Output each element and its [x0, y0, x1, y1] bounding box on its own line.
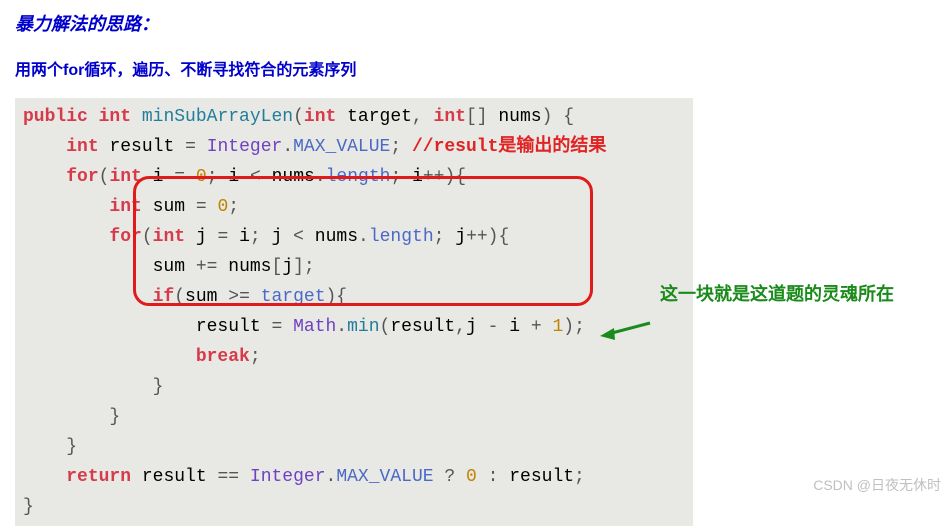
code-line-10: } — [15, 372, 693, 402]
type-int: int — [109, 167, 141, 187]
type-int: int — [434, 107, 466, 127]
code-line-2: int result = Integer.MAX_VALUE; //result… — [15, 132, 693, 162]
var-i: i — [153, 167, 164, 187]
code-line-11: } — [15, 402, 693, 432]
type-int: int — [109, 197, 141, 217]
var-result: result — [109, 137, 174, 157]
prop-length: length — [326, 167, 391, 187]
prop-max-value: MAX_VALUE — [293, 137, 390, 157]
class-math: Math — [293, 317, 336, 337]
class-integer: Integer — [207, 137, 283, 157]
comment-result: //result是输出的结果 — [412, 137, 606, 157]
param-nums: nums — [498, 107, 541, 127]
type-int: int — [304, 107, 336, 127]
prop-max-value: MAX_VALUE — [336, 467, 433, 487]
arrow-icon — [600, 318, 655, 340]
var-i: i — [412, 167, 423, 187]
var-nums: nums — [272, 167, 315, 187]
code-block: public int minSubArrayLen(int target, in… — [15, 98, 693, 526]
code-line-13: return result == Integer.MAX_VALUE ? 0 :… — [15, 462, 693, 492]
num-zero: 0 — [217, 197, 228, 217]
var-j: j — [282, 257, 293, 277]
var-result: result — [509, 467, 574, 487]
var-j: j — [455, 227, 466, 247]
var-target: target — [261, 287, 326, 307]
var-j: j — [196, 227, 207, 247]
var-nums: nums — [228, 257, 271, 277]
method-min: min — [347, 317, 379, 337]
var-sum: sum — [153, 257, 185, 277]
keyword-break: break — [196, 347, 250, 367]
keyword-return: return — [66, 467, 131, 487]
var-i: i — [239, 227, 250, 247]
var-nums: nums — [315, 227, 358, 247]
num-zero: 0 — [196, 167, 207, 187]
annotation-text: 这一块就是这道题的灵魂所在 — [660, 280, 894, 306]
keyword-if: if — [153, 287, 175, 307]
watermark-text: CSDN @日夜无休时 — [813, 475, 941, 495]
var-j: j — [272, 227, 283, 247]
prop-length: length — [369, 227, 434, 247]
code-line-9: break; — [15, 342, 693, 372]
param-target: target — [347, 107, 412, 127]
code-line-7: if(sum >= target){ — [15, 282, 693, 312]
var-sum: sum — [153, 197, 185, 217]
section-title: 暴力解法的思路： — [15, 10, 936, 36]
var-result: result — [142, 467, 207, 487]
keyword-for: for — [109, 227, 141, 247]
var-j: j — [466, 317, 477, 337]
var-i: i — [228, 167, 239, 187]
method-name: minSubArrayLen — [142, 107, 293, 127]
var-result: result — [196, 317, 261, 337]
code-line-4: int sum = 0; — [15, 192, 693, 222]
type-int: int — [99, 107, 131, 127]
class-integer: Integer — [250, 467, 326, 487]
code-line-12: } — [15, 432, 693, 462]
code-line-1: public int minSubArrayLen(int target, in… — [15, 102, 693, 132]
code-line-14: } — [15, 492, 693, 522]
code-line-3: for(int i = 0; i < nums.length; i++){ — [15, 162, 693, 192]
code-line-5: for(int j = i; j < nums.length; j++){ — [15, 222, 693, 252]
var-i: i — [509, 317, 520, 337]
section-subtitle: 用两个for循环，遍历、不断寻找符合的元素序列 — [15, 56, 936, 80]
num-one: 1 — [552, 317, 563, 337]
var-sum: sum — [185, 287, 217, 307]
type-int: int — [66, 137, 98, 157]
keyword-for: for — [66, 167, 98, 187]
keyword-public: public — [23, 107, 88, 127]
type-int: int — [153, 227, 185, 247]
var-result: result — [390, 317, 455, 337]
code-line-6: sum += nums[j]; — [15, 252, 693, 282]
num-zero: 0 — [466, 467, 477, 487]
code-line-8: result = Math.min(result,j - i + 1); — [15, 312, 693, 342]
